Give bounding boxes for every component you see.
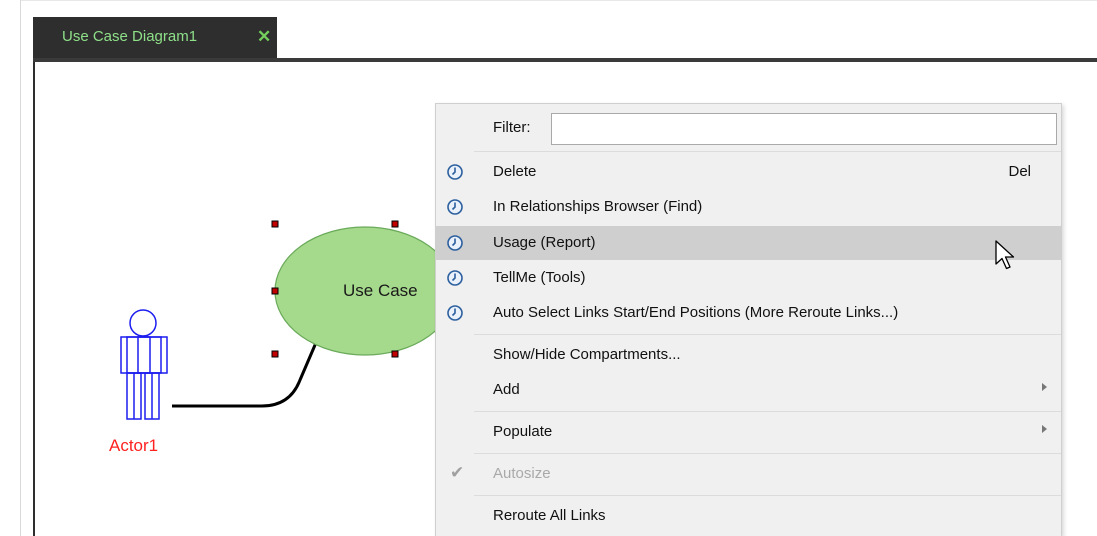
menu-item-label: Populate	[493, 423, 553, 440]
menu-item-label: TellMe (Tools)	[493, 269, 586, 286]
menu-item-reroute-all-links[interactable]: Reroute All Links	[436, 499, 1061, 533]
menu-separator	[474, 453, 1061, 454]
menu-item-usage-report[interactable]: Usage (Report)	[436, 226, 1061, 260]
menu-item-label: Add	[493, 381, 520, 398]
submenu-arrow-icon	[1042, 425, 1047, 433]
filter-input[interactable]	[551, 113, 1057, 145]
menu-separator	[474, 495, 1061, 496]
menu-separator	[474, 151, 1061, 152]
menu-item-label: Show/Hide Compartments...	[493, 346, 681, 363]
menu-item-delete[interactable]: Delete Del	[436, 155, 1061, 189]
menu-item-label: Auto Select Links Start/End Positions (M…	[493, 304, 899, 321]
clock-icon	[447, 164, 463, 180]
actor-figure[interactable]	[120, 309, 168, 420]
mouse-cursor-icon	[995, 240, 1015, 270]
submenu-arrow-icon	[1042, 383, 1047, 391]
menu-item-label: In Relationships Browser (Find)	[493, 198, 703, 215]
menu-item-label: Delete	[493, 163, 537, 180]
menu-item-label: Autosize	[493, 465, 551, 482]
menu-item-autosize[interactable]: ✔ Autosize	[436, 457, 1061, 491]
menu-item-auto-select-links[interactable]: Auto Select Links Start/End Positions (M…	[436, 296, 1061, 330]
filter-label: Filter:	[493, 119, 531, 136]
shortcut-label: Del	[1008, 163, 1031, 180]
clock-icon	[447, 305, 463, 321]
association-link[interactable]	[172, 337, 320, 408]
clock-icon	[447, 235, 463, 251]
menu-separator	[474, 411, 1061, 412]
clock-icon	[447, 270, 463, 286]
menu-item-populate[interactable]: Populate	[436, 415, 1061, 449]
actor-name-label: Actor1	[109, 436, 159, 455]
checkmark-icon: ✔	[450, 463, 465, 482]
menu-item-relationships-browser[interactable]: In Relationships Browser (Find)	[436, 190, 1061, 224]
menu-item-label: Reroute All Links	[493, 507, 606, 524]
menu-item-label: Usage (Report)	[493, 234, 596, 251]
menu-separator	[474, 334, 1061, 335]
clock-icon	[447, 199, 463, 215]
menu-item-show-hide-compartments[interactable]: Show/Hide Compartments...	[436, 338, 1061, 372]
use-case-name-label: Use Case	[343, 281, 418, 300]
context-menu: Filter: Delete Del In Relationships Brow…	[435, 103, 1062, 536]
menu-item-tellme[interactable]: TellMe (Tools)	[436, 261, 1061, 295]
menu-item-add[interactable]: Add	[436, 373, 1061, 407]
